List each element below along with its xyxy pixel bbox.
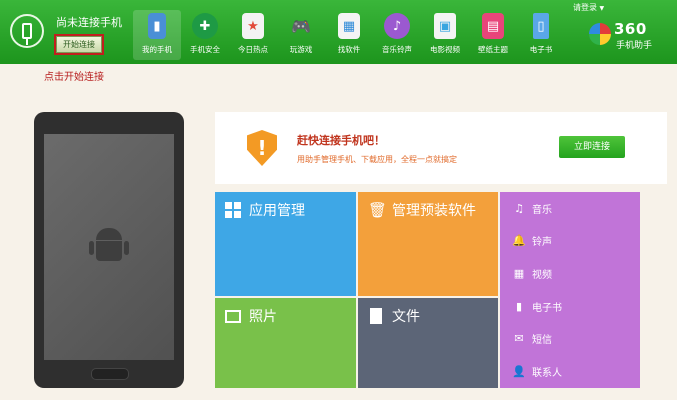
trash-icon: 🗑 bbox=[368, 201, 388, 219]
tab-hot-news[interactable]: ★ 今日热点 bbox=[229, 10, 277, 60]
tab-movies[interactable]: ▣ 电影视频 bbox=[421, 10, 469, 60]
sidebar-item-contacts[interactable]: 👤 联系人 bbox=[500, 355, 640, 388]
gamepad-icon: 🎮 bbox=[291, 16, 311, 36]
tile-files[interactable]: 文件 bbox=[358, 298, 498, 388]
tab-music-ringtone[interactable]: ♪ 音乐铃声 bbox=[373, 10, 421, 60]
usb-plug-icon bbox=[10, 14, 44, 48]
wallpaper-icon: ▤ bbox=[482, 13, 504, 39]
bell-icon: 🔔 bbox=[512, 234, 526, 248]
sidebar-item-music[interactable]: ♫ 音乐 bbox=[500, 192, 640, 225]
connect-hint: 点击开始连接 bbox=[44, 72, 104, 83]
banner-title: 赶快连接手机吧！ bbox=[297, 134, 385, 147]
ebook-icon: ▮ bbox=[515, 299, 523, 313]
banner-subtitle: 用助手管理手机、下载应用，全程一点就搞定 bbox=[297, 155, 457, 164]
picture-icon bbox=[225, 310, 241, 323]
tab-games[interactable]: 🎮 玩游戏 bbox=[277, 10, 325, 60]
film-icon: ▣ bbox=[434, 13, 456, 39]
tile-photos[interactable]: 照片 bbox=[215, 298, 356, 388]
tile-label: 应用管理 bbox=[249, 203, 305, 219]
connect-banner: ! 赶快连接手机吧！ 用助手管理手机、下载应用，全程一点就搞定 立即连接 bbox=[215, 112, 667, 184]
tab-wallpaper[interactable]: ▤ 壁纸主题 bbox=[469, 10, 517, 60]
tile-app-manager[interactable]: 应用管理 bbox=[215, 192, 356, 296]
bag-icon: ▦ bbox=[338, 13, 360, 39]
logo-subtitle: 手机助手 bbox=[616, 41, 653, 51]
grid-icon bbox=[225, 202, 241, 218]
caret-down-icon: ▼ bbox=[599, 5, 605, 12]
media-sidebar: ♫ 音乐 🔔 铃声 ▦ 视频 ▮ 电子书 ✉ 短信 👤 联系人 bbox=[500, 192, 640, 388]
contact-icon: 👤 bbox=[512, 364, 526, 378]
tile-label: 管理预装软件 bbox=[392, 203, 476, 219]
login-link[interactable]: 请登录 ▼ bbox=[573, 2, 604, 13]
sidebar-item-video[interactable]: ▦ 视频 bbox=[500, 257, 640, 290]
document-icon bbox=[370, 308, 382, 324]
sidebar-item-ringtone[interactable]: 🔔 铃声 bbox=[500, 225, 640, 258]
book-icon: ▯ bbox=[533, 13, 549, 39]
phone-icon: ▮ bbox=[148, 13, 166, 39]
tile-label: 照片 bbox=[249, 309, 277, 325]
main-nav: ▮ 我的手机 ✚ 手机安全 ★ 今日热点 🎮 玩游戏 ▦ 找软件 ♪ 音乐铃声 … bbox=[133, 10, 565, 60]
android-icon bbox=[89, 226, 129, 266]
star-icon: ★ bbox=[242, 13, 264, 39]
start-connect-button[interactable]: 开始连接 bbox=[54, 34, 104, 55]
logo-ball-icon bbox=[589, 23, 611, 45]
envelope-icon: ✉ bbox=[514, 332, 524, 346]
connection-status: 尚未连接手机 bbox=[56, 16, 122, 29]
sidebar-item-ebook[interactable]: ▮ 电子书 bbox=[500, 290, 640, 323]
music-icon: ♪ bbox=[384, 13, 410, 39]
music-note-icon: ♫ bbox=[514, 201, 524, 215]
top-toolbar: 尚未连接手机 开始连接 ▮ 我的手机 ✚ 手机安全 ★ 今日热点 🎮 玩游戏 ▦… bbox=[0, 0, 677, 64]
sidebar-item-sms[interactable]: ✉ 短信 bbox=[500, 322, 640, 355]
tab-phone-security[interactable]: ✚ 手机安全 bbox=[181, 10, 229, 60]
tab-my-phone[interactable]: ▮ 我的手机 bbox=[133, 10, 181, 60]
tab-ebook[interactable]: ▯ 电子书 bbox=[517, 10, 565, 60]
video-icon: ▦ bbox=[513, 266, 525, 280]
warning-shield-icon: ! bbox=[247, 130, 277, 166]
tab-find-software[interactable]: ▦ 找软件 bbox=[325, 10, 373, 60]
home-button bbox=[91, 368, 129, 380]
phone-illustration bbox=[34, 112, 184, 388]
tile-preinstalled[interactable]: 🗑 管理预装软件 bbox=[358, 192, 498, 296]
logo-text: 360 bbox=[614, 20, 647, 38]
phone-screen bbox=[44, 134, 174, 360]
shield-icon: ✚ bbox=[192, 13, 218, 39]
tile-label: 文件 bbox=[392, 309, 420, 325]
connect-now-button[interactable]: 立即连接 bbox=[559, 136, 625, 158]
